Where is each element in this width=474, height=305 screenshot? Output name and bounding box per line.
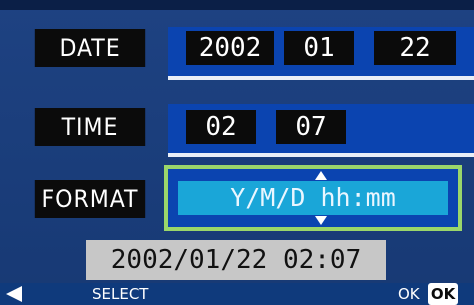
date-time-settings-screen: DATE 2002 01 22 TIME 02 07 FORMAT Y/M/D … [0,0,474,305]
date-year-field[interactable]: 2002 [186,31,274,65]
time-row-underline [168,153,474,157]
format-label: FORMAT [34,180,146,218]
date-row-underline [168,76,474,80]
time-minute-field[interactable]: 07 [276,110,346,144]
select-hint: SELECT [92,285,149,303]
top-strip [0,0,474,10]
date-month-field[interactable]: 01 [284,31,354,65]
down-arrow-icon[interactable] [315,216,327,225]
left-arrow-icon[interactable] [6,286,22,302]
datetime-preview: 2002/01/22 02:07 [86,240,386,280]
up-arrow-icon[interactable] [315,171,327,180]
time-label: TIME [34,108,146,146]
format-selector[interactable]: Y/M/D hh:mm [164,165,462,231]
time-hour-field[interactable]: 02 [186,110,256,144]
format-value-field[interactable]: Y/M/D hh:mm [178,181,448,215]
date-day-field[interactable]: 22 [374,31,456,65]
ok-hint: OK [398,285,420,303]
date-label: DATE [34,29,146,67]
ok-button[interactable]: OK [428,283,458,305]
